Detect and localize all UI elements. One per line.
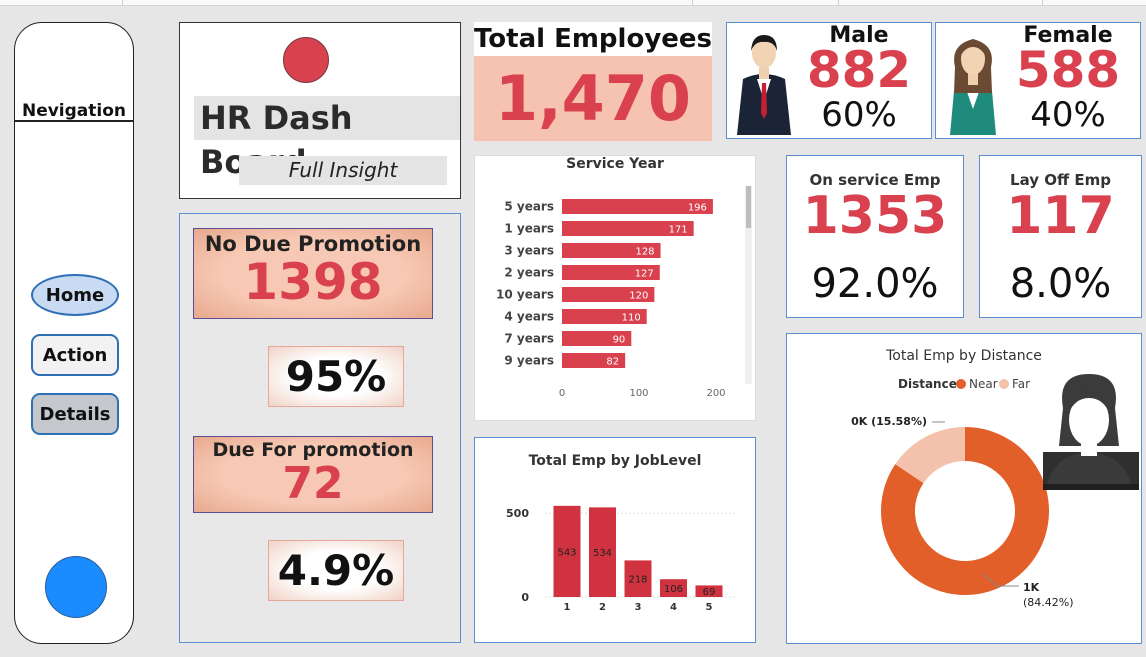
- service-year-data-label: 82: [606, 357, 619, 368]
- service-year-data-label: 110: [622, 313, 641, 324]
- service-year-category-label: 2 years: [504, 266, 554, 280]
- joblevel-data-label: 106: [664, 584, 683, 595]
- blue-circle-button[interactable]: [45, 556, 107, 618]
- service-year-data-label: 120: [629, 291, 648, 302]
- no-due-promotion-card: No Due Promotion 1398: [193, 228, 433, 319]
- lay-off-card: Lay Off Emp 117 8.0%: [979, 155, 1142, 318]
- due-promotion-percent: 4.9%: [268, 540, 404, 601]
- joblevel-x-tick: 2: [599, 602, 606, 613]
- service-year-category-label: 9 years: [504, 354, 554, 368]
- top-menu-strip: [0, 0, 1146, 6]
- details-button[interactable]: Details: [31, 393, 119, 435]
- service-year-data-label: 196: [688, 203, 707, 214]
- service-year-category-label: 10 years: [496, 288, 554, 302]
- joblevel-data-label: 218: [628, 575, 647, 586]
- total-employees-label: Total Employees: [474, 24, 713, 54]
- female-count: 588: [1015, 41, 1121, 99]
- female-card: Female 588 40%: [935, 22, 1141, 139]
- service-year-chart: Service Year 5 years 196 1 years 171 3 years…: [474, 155, 756, 421]
- service-year-x-tick: 100: [629, 388, 648, 399]
- navigation-title: Nevigation: [21, 101, 127, 121]
- hr-title-card: HR Dash Board Full Insight: [179, 22, 461, 199]
- on-service-value: 1353: [802, 186, 948, 246]
- service-year-data-label: 127: [635, 269, 654, 280]
- service-year-x-tick: 0: [559, 388, 565, 399]
- joblevel-x-tick: 5: [706, 602, 713, 613]
- dashboard-title: HR Dash Board: [194, 96, 460, 181]
- service-year-x-tick: 200: [706, 388, 725, 399]
- no-due-promotion-value: 1398: [243, 253, 383, 311]
- due-promotion-card: Due For promotion 72: [193, 436, 433, 513]
- male-count: 882: [806, 41, 912, 99]
- service-year-category-label: 4 years: [504, 310, 554, 324]
- service-year-plot: 5 years 196 1 years 171 3 years 128 2 years 127…: [496, 186, 752, 399]
- service-year-data-label: 90: [613, 335, 626, 346]
- service-year-category-label: 1 years: [504, 222, 554, 236]
- service-year-category-label: 7 years: [504, 332, 554, 346]
- total-employees-value: 1,470: [474, 56, 712, 141]
- distance-far-label: 0K (15.58%): [851, 415, 927, 428]
- service-year-scrollbar-thumb: [746, 186, 751, 228]
- total-employees-card: Total Employees 1,470: [474, 22, 712, 141]
- lay-off-percent: 8.0%: [1009, 261, 1112, 307]
- navigation-divider: [15, 120, 133, 122]
- promotion-panel: No Due Promotion 1398 95% Due For promot…: [179, 213, 461, 643]
- home-button[interactable]: Home: [31, 274, 119, 316]
- lay-off-value: 117: [1006, 186, 1115, 246]
- distance-legend-title: Distance: [898, 377, 957, 391]
- service-year-category-label: 5 years: [504, 200, 554, 214]
- joblevel-data-label: 69: [703, 587, 716, 598]
- service-year-data-label: 171: [669, 225, 688, 236]
- on-service-card: On service Emp 1353 92.0%: [786, 155, 964, 318]
- service-year-data-label: 128: [635, 247, 654, 258]
- due-promotion-value: 72: [282, 458, 344, 509]
- female-percent: 40%: [1030, 95, 1106, 135]
- no-due-promotion-percent: 95%: [268, 346, 404, 407]
- distance-legend-far-label: Far: [1012, 377, 1030, 391]
- dashboard-subtitle: Full Insight: [239, 156, 447, 185]
- joblevel-x-tick: 3: [635, 602, 642, 613]
- distance-near-pct: (84.42%): [1023, 596, 1074, 609]
- action-button[interactable]: Action: [31, 334, 119, 376]
- joblevel-x-tick: 1: [564, 602, 571, 613]
- male-percent: 60%: [821, 95, 897, 135]
- red-circle-icon: [283, 37, 329, 83]
- distance-legend-near-label: Near: [969, 377, 998, 391]
- joblevel-data-label: 534: [593, 548, 612, 559]
- distance-plot: Distance Near Far 1K (84.42%) 0K (15.58%): [851, 374, 1139, 609]
- on-service-percent: 92.0%: [811, 261, 939, 307]
- distance-legend-far-swatch: [999, 379, 1009, 389]
- distance-chart: Total Emp by Distance Distance Near Far 1K(…: [786, 333, 1142, 644]
- joblevel-plot: 0 500 543 1 534 2 218 3 106 4 69 5: [506, 505, 737, 613]
- service-year-category-label: 3 years: [504, 244, 554, 258]
- distance-legend-near-swatch: [956, 379, 966, 389]
- navigation-panel: Nevigation Home Action Details: [14, 22, 134, 644]
- joblevel-x-tick: 4: [670, 602, 677, 613]
- joblevel-data-label: 543: [557, 547, 576, 558]
- joblevel-y-tick: 0: [521, 591, 529, 604]
- distance-near-label: 1K: [1023, 581, 1040, 594]
- joblevel-y-tick: 500: [506, 507, 529, 520]
- woman-avatar-icon: [1043, 374, 1139, 490]
- male-card: Male 882 60%: [726, 22, 932, 139]
- joblevel-chart: Total Emp by JobLevel 0 500 543 1 534 2 218 3 10…: [474, 437, 756, 643]
